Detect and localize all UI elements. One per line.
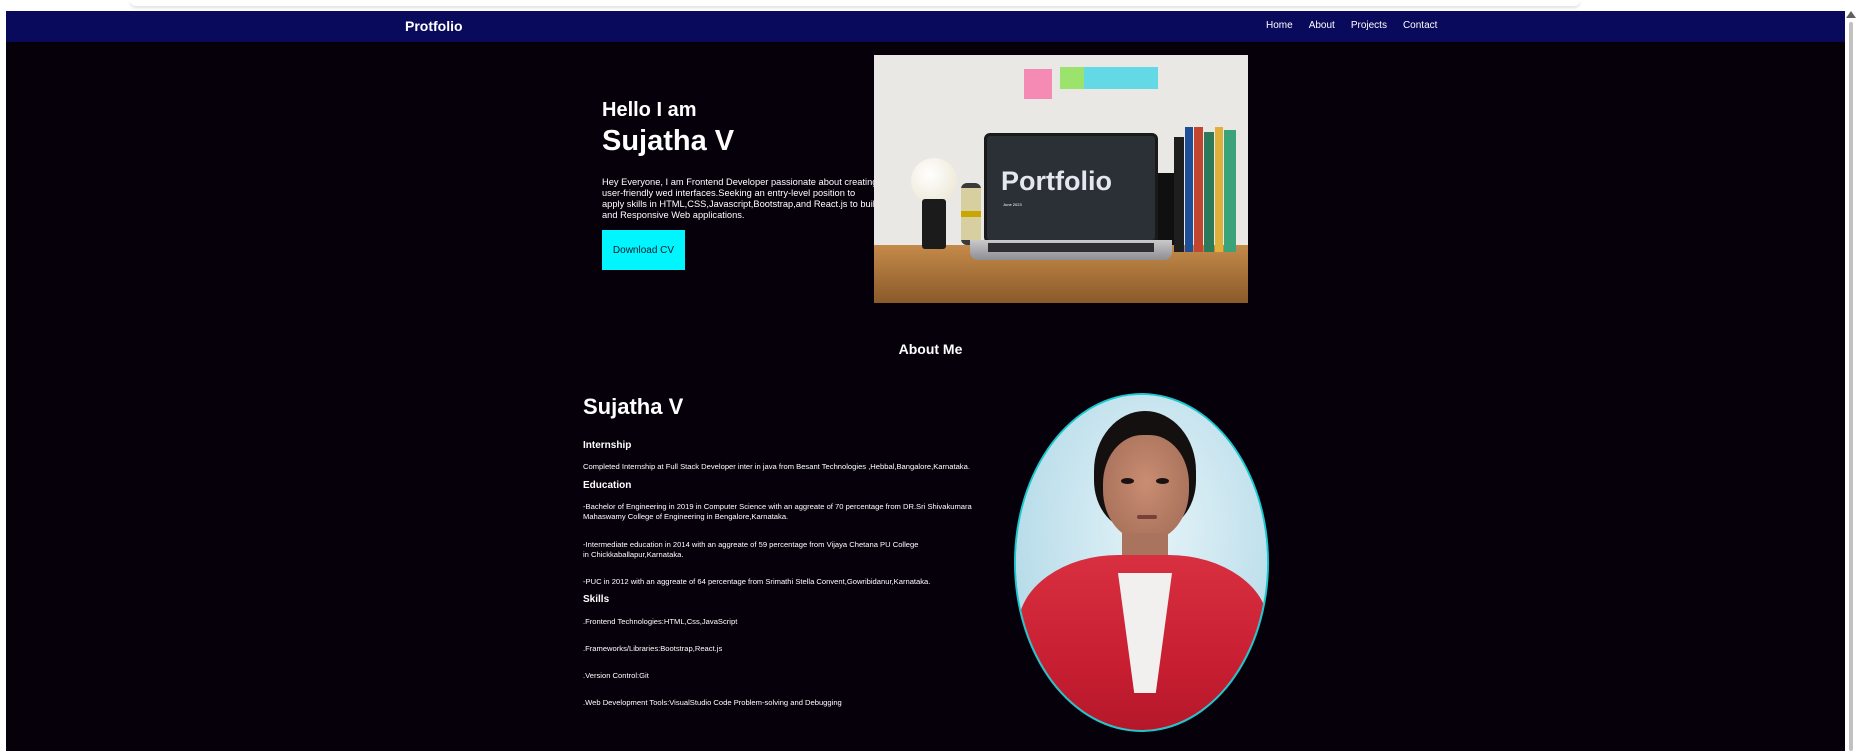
skills-heading: Skills <box>583 594 610 605</box>
photo-face <box>1103 435 1189 541</box>
hero-greeting: Hello I am <box>602 99 697 121</box>
browser-top-edge <box>0 0 1857 10</box>
photo-eye <box>1121 478 1134 484</box>
about-name: Sujatha V <box>583 394 684 419</box>
lamp-base <box>922 199 946 249</box>
browser-bar-shadow <box>130 0 1580 6</box>
lamp-globe <box>911 158 957 204</box>
about-section: Sujatha V Internship Completed Internshi… <box>583 394 1003 707</box>
scrollbar-thumb[interactable] <box>1849 22 1853 751</box>
book <box>1215 127 1223 252</box>
brand-logo[interactable]: Protfolio <box>405 18 463 34</box>
sticky-note <box>1024 69 1052 99</box>
book <box>1224 129 1236 252</box>
sticky-note <box>1060 67 1086 89</box>
keyboard-keys <box>988 243 1154 252</box>
nav-projects-link[interactable]: Projects <box>1351 20 1387 31</box>
sticky-note <box>1084 67 1110 89</box>
portfolio-page: Protfolio Home About Projects Contact He… <box>6 11 1845 751</box>
skill-item: .Frontend Technologies:HTML,Css,JavaScri… <box>583 617 738 626</box>
scroll-up-arrow-icon[interactable] <box>1846 11 1856 18</box>
education-item-3: -PUC in 2012 with an aggreate of 64 perc… <box>583 577 931 586</box>
education-item-2-line-1: -Intermediate education in 2014 with an … <box>583 540 919 549</box>
education-item-1-line-2: Mahaswamy College of Engineering in Beng… <box>583 512 789 521</box>
education-item-2-line-2: in Chickkaballapur,Karnataka. <box>583 550 684 559</box>
book-stack <box>1174 127 1242 252</box>
nav-menu: Home About Projects Contact <box>1266 20 1437 31</box>
book <box>1185 127 1193 252</box>
download-cv-button[interactable]: Download CV <box>602 230 685 270</box>
hero-intro: Hey Everyone, I am Frontend Developer pa… <box>602 177 880 220</box>
laptop-screen-subtitle: June 2023 <box>1003 202 1022 207</box>
skill-item: .Version Control:Git <box>583 671 649 680</box>
profile-photo <box>1014 393 1269 732</box>
photo-mouth <box>1137 515 1157 519</box>
photo-eye <box>1156 478 1169 484</box>
sticky-note <box>1108 67 1134 89</box>
education-heading: Education <box>583 480 632 491</box>
internship-text: Completed Internship at Full Stack Devel… <box>583 462 970 471</box>
laptop-screen: Portfolio June 2023 <box>984 133 1158 243</box>
book <box>1174 137 1184 252</box>
education-item-1-line-1: -Bachelor of Engineering in 2019 in Comp… <box>583 502 972 511</box>
hero-image: Portfolio June 2023 <box>874 55 1248 303</box>
book <box>1194 127 1203 252</box>
skill-item: .Web Development Tools:VisualStudio Code… <box>583 698 842 707</box>
nav-about-link[interactable]: About <box>1309 20 1335 31</box>
book <box>1204 132 1214 252</box>
nav-home-link[interactable]: Home <box>1266 20 1293 31</box>
skill-item: .Frameworks/Libraries:Bootstrap,React.js <box>583 644 723 653</box>
hero-name: Sujatha V <box>602 125 735 157</box>
sticky-note <box>1132 67 1158 89</box>
internship-heading: Internship <box>583 440 632 451</box>
nav-contact-link[interactable]: Contact <box>1403 20 1437 31</box>
laptop-screen-title: Portfolio <box>1001 166 1112 196</box>
navbar: Protfolio Home About Projects Contact <box>6 11 1845 42</box>
laptop-keyboard <box>970 240 1172 260</box>
hourglass <box>961 183 981 245</box>
about-section-title: About Me <box>898 341 963 357</box>
